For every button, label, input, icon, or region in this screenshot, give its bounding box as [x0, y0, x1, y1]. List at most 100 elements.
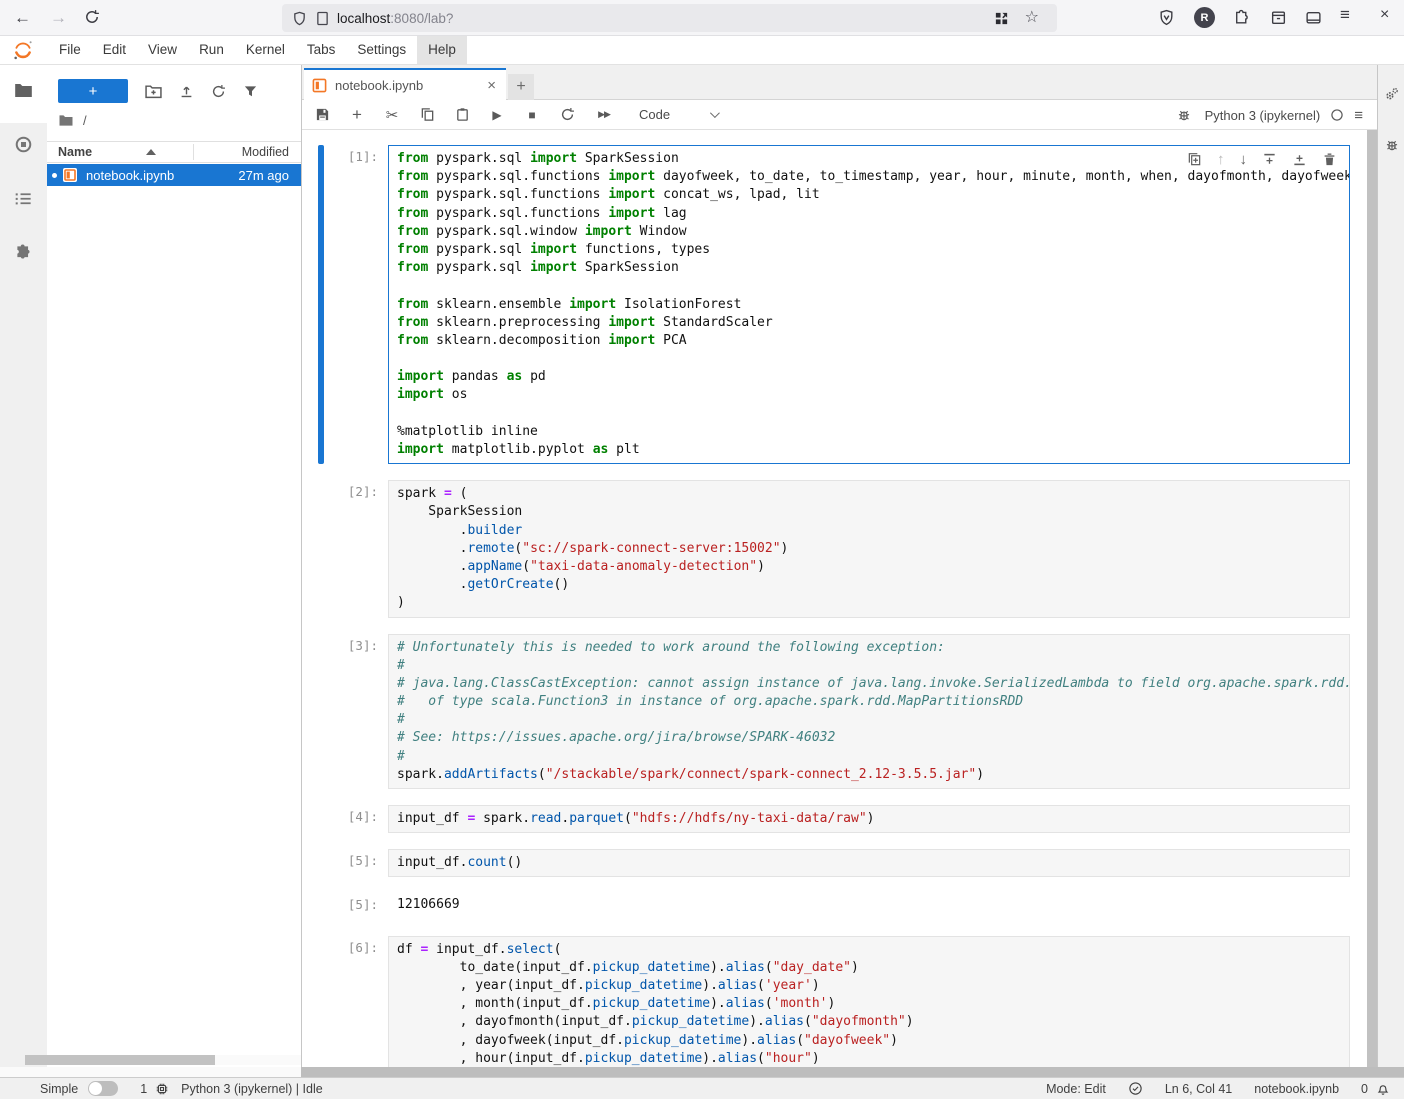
menu-edit[interactable]: Edit — [92, 36, 137, 64]
cell-type-dropdown[interactable]: Code — [635, 104, 723, 126]
tab-notebook[interactable]: notebook.ipynb × — [304, 68, 506, 100]
filter-icon[interactable] — [243, 84, 258, 99]
add-cell-icon[interactable]: + — [346, 105, 368, 125]
notification-count: 0 — [1361, 1082, 1368, 1096]
notebook-vscrollbar-thumb[interactable] — [1367, 130, 1377, 1067]
toc-icon[interactable] — [14, 191, 32, 207]
sort-caret-icon[interactable] — [146, 149, 156, 155]
hamburger-icon[interactable]: ≡ — [1340, 5, 1350, 25]
property-inspector-gears-icon[interactable] — [1385, 87, 1399, 101]
cell-editor[interactable]: df = input_df.select( to_date(input_df.p… — [388, 936, 1350, 1067]
protections-shield-icon[interactable] — [1158, 9, 1175, 26]
upload-icon[interactable] — [179, 84, 194, 99]
cell-collapser[interactable] — [318, 805, 324, 833]
trash-icon[interactable] — [1322, 152, 1337, 167]
cell-collapser[interactable] — [318, 634, 324, 790]
add-tab-button[interactable]: + — [508, 74, 534, 100]
breadcrumb-root[interactable]: / — [83, 113, 87, 128]
col-modified[interactable]: Modified — [242, 145, 289, 159]
cursor-position[interactable]: Ln 6, Col 41 — [1165, 1082, 1232, 1096]
notebook-hscrollbar-thumb[interactable] — [301, 1067, 1404, 1077]
code-cell: [2]:spark = ( SparkSession .builder .rem… — [318, 480, 1350, 617]
paste-icon[interactable] — [451, 107, 473, 122]
close-icon[interactable]: × — [1380, 6, 1389, 24]
folder-home-icon[interactable] — [58, 114, 74, 127]
back-icon[interactable]: ← — [14, 8, 31, 28]
cell-editor[interactable]: input_df.count() — [388, 849, 1350, 877]
file-browser-hscrollbar[interactable] — [47, 1055, 301, 1065]
puzzle-icon[interactable] — [14, 243, 32, 261]
move-down-icon[interactable]: ↓ — [1240, 151, 1248, 168]
running-kernels-icon[interactable] — [14, 135, 33, 154]
star-icon[interactable]: ☆ — [1025, 7, 1039, 27]
sidebar-icon[interactable] — [1305, 9, 1322, 26]
refresh-icon[interactable] — [211, 84, 226, 99]
cell-editor[interactable]: # Unfortunately this is needed to work a… — [388, 634, 1350, 790]
kernel-count[interactable]: 1 — [140, 1082, 147, 1096]
tab-close-icon[interactable]: × — [487, 77, 496, 94]
new-folder-icon[interactable] — [145, 84, 162, 99]
save-icon[interactable] — [311, 107, 333, 122]
cell-editor[interactable]: spark = ( SparkSession .builder .remote(… — [388, 480, 1350, 617]
cell-editor[interactable]: from pyspark.sql import SparkSessionfrom… — [388, 145, 1350, 464]
folder-icon[interactable] — [14, 82, 33, 99]
file-name[interactable]: notebook.ipynb — [86, 168, 174, 183]
jupyterlab-shell: + / Name — [0, 65, 1404, 1067]
screenshot-grid-icon[interactable] — [994, 11, 1009, 26]
toolbar-menu-icon[interactable]: ≡ — [1354, 107, 1363, 124]
statusbar-filename[interactable]: notebook.ipynb — [1254, 1082, 1339, 1096]
col-name[interactable]: Name — [58, 145, 92, 159]
insert-below-icon[interactable] — [1292, 152, 1307, 167]
run-icon[interactable]: ▶ — [486, 108, 508, 122]
insert-above-icon[interactable] — [1262, 152, 1277, 167]
tab-title[interactable]: notebook.ipynb — [335, 78, 423, 93]
cut-icon[interactable]: ✂ — [381, 106, 403, 124]
breadcrumb[interactable]: / — [58, 113, 87, 128]
kernel-status-icon[interactable] — [1330, 108, 1344, 122]
simple-mode-label: Simple — [40, 1082, 78, 1096]
cell-editor[interactable]: input_df = spark.read.parquet("hdfs://hd… — [388, 805, 1350, 833]
file-row[interactable]: notebook.ipynb 27m ago — [47, 164, 301, 186]
restart-run-all-icon[interactable]: ▶▶ — [591, 109, 617, 120]
cell-collapser[interactable] — [318, 936, 324, 1067]
menu-run[interactable]: Run — [188, 36, 235, 64]
shield-icon[interactable] — [292, 11, 307, 26]
menu-settings[interactable]: Settings — [346, 36, 417, 64]
menu-tabs[interactable]: Tabs — [296, 36, 347, 64]
scrollbar-thumb[interactable] — [25, 1055, 215, 1065]
kernel-name[interactable]: Python 3 (ipykernel) — [1205, 108, 1321, 123]
shield-check-icon[interactable] — [1128, 1081, 1143, 1096]
avatar[interactable]: R — [1194, 7, 1215, 28]
debugger-sidebar-bug-icon[interactable] — [1385, 138, 1399, 152]
notebook-scroll-area[interactable]: [1]:from pyspark.sql import SparkSession… — [302, 130, 1377, 1067]
cell-list: [1]:from pyspark.sql import SparkSession… — [302, 145, 1377, 1067]
extension-icon[interactable] — [1233, 9, 1250, 26]
url-text[interactable]: localhost:8080/lab? — [337, 11, 453, 26]
forward-icon[interactable]: → — [50, 8, 67, 28]
cell-collapser[interactable] — [318, 145, 324, 464]
reload-icon[interactable] — [84, 9, 100, 25]
debugger-bug-icon[interactable] — [1177, 108, 1191, 122]
duplicate-cell-icon[interactable] — [1187, 152, 1202, 167]
page-icon[interactable] — [316, 11, 329, 26]
new-launcher-button[interactable]: + — [58, 79, 128, 103]
menu-view[interactable]: View — [137, 36, 188, 64]
code-cell: [5]:input_df.count() — [318, 849, 1350, 877]
cell-collapser[interactable] — [318, 893, 324, 919]
archive-box-icon[interactable] — [1270, 9, 1287, 26]
copy-icon[interactable] — [416, 107, 438, 122]
simple-mode-toggle[interactable] — [88, 1081, 118, 1096]
menu-file[interactable]: File — [48, 36, 92, 64]
url-bar[interactable]: localhost:8080/lab? ☆ — [282, 4, 1057, 32]
code-line: input_df = spark.read.parquet("hdfs://hd… — [397, 810, 1341, 828]
menu-kernel[interactable]: Kernel — [235, 36, 296, 64]
menu-help[interactable]: Help — [417, 36, 467, 64]
kernel-status-text[interactable]: Python 3 (ipykernel) | Idle — [181, 1082, 323, 1096]
code-line: , dayofmonth(input_df.pickup_datetime).a… — [397, 1013, 1341, 1031]
move-up-icon[interactable]: ↑ — [1217, 151, 1225, 168]
cell-collapser[interactable] — [318, 480, 324, 617]
bell-icon[interactable] — [1376, 1082, 1390, 1096]
stop-icon[interactable]: ■ — [521, 108, 543, 122]
restart-kernel-icon[interactable] — [556, 107, 578, 122]
cell-collapser[interactable] — [318, 849, 324, 877]
